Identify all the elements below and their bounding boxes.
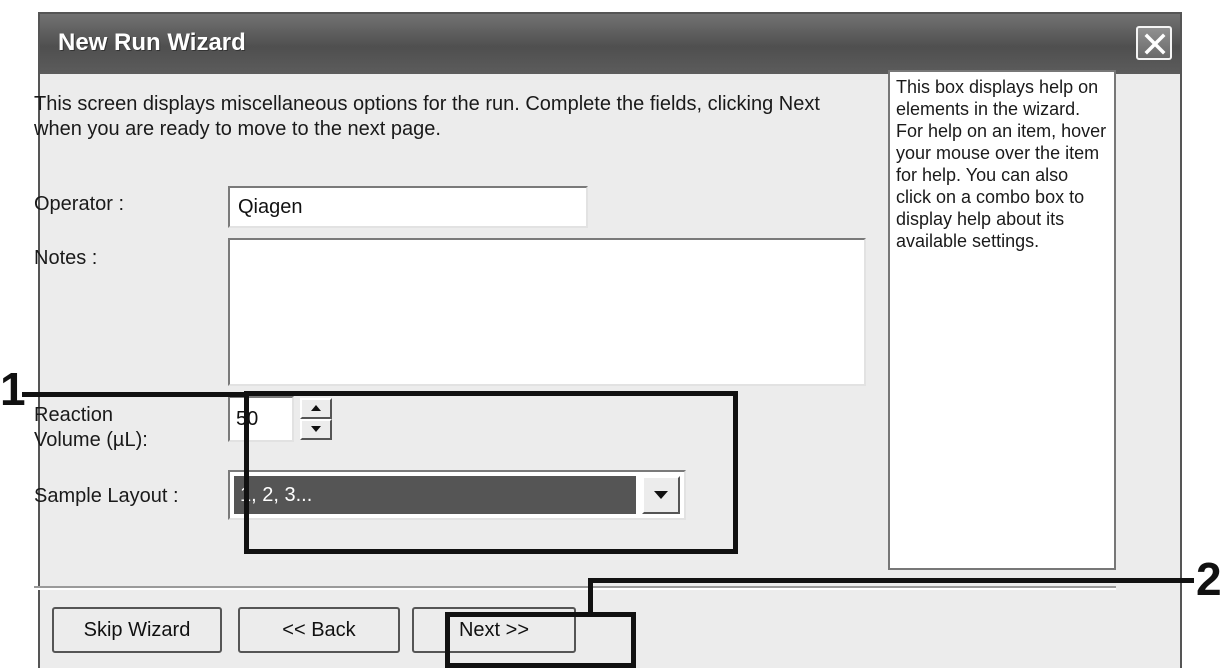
notes-label: Notes : [34,247,98,269]
close-icon [1144,33,1166,55]
button-separator [34,586,1116,590]
operator-input[interactable] [228,186,588,228]
operator-label: Operator : [34,193,125,215]
close-button[interactable] [1136,26,1172,60]
callout-2-number: 2 [1196,553,1222,605]
callout-1-number: 1 [0,363,26,415]
callout-1-box [244,391,738,554]
back-button[interactable]: << Back [238,607,400,653]
callout-1-leader-line [22,392,248,397]
notes-textarea[interactable] [228,238,866,386]
callout-2-box [445,612,636,668]
reaction-volume-label-line2: Volume (µL): [34,429,148,451]
title-bar: New Run Wizard [40,14,1180,74]
skip-wizard-button[interactable]: Skip Wizard [52,607,222,653]
help-panel: This box displays help on elements in th… [888,70,1116,570]
intro-text: This screen displays miscellaneous optio… [34,93,820,140]
callout-2-leader-horizontal [588,578,1194,583]
reaction-volume-label-line1: Reaction [34,404,113,426]
window-title: New Run Wizard [58,29,246,56]
callout-2-leader-vertical [588,580,593,614]
sample-layout-label: Sample Layout : [34,485,179,507]
